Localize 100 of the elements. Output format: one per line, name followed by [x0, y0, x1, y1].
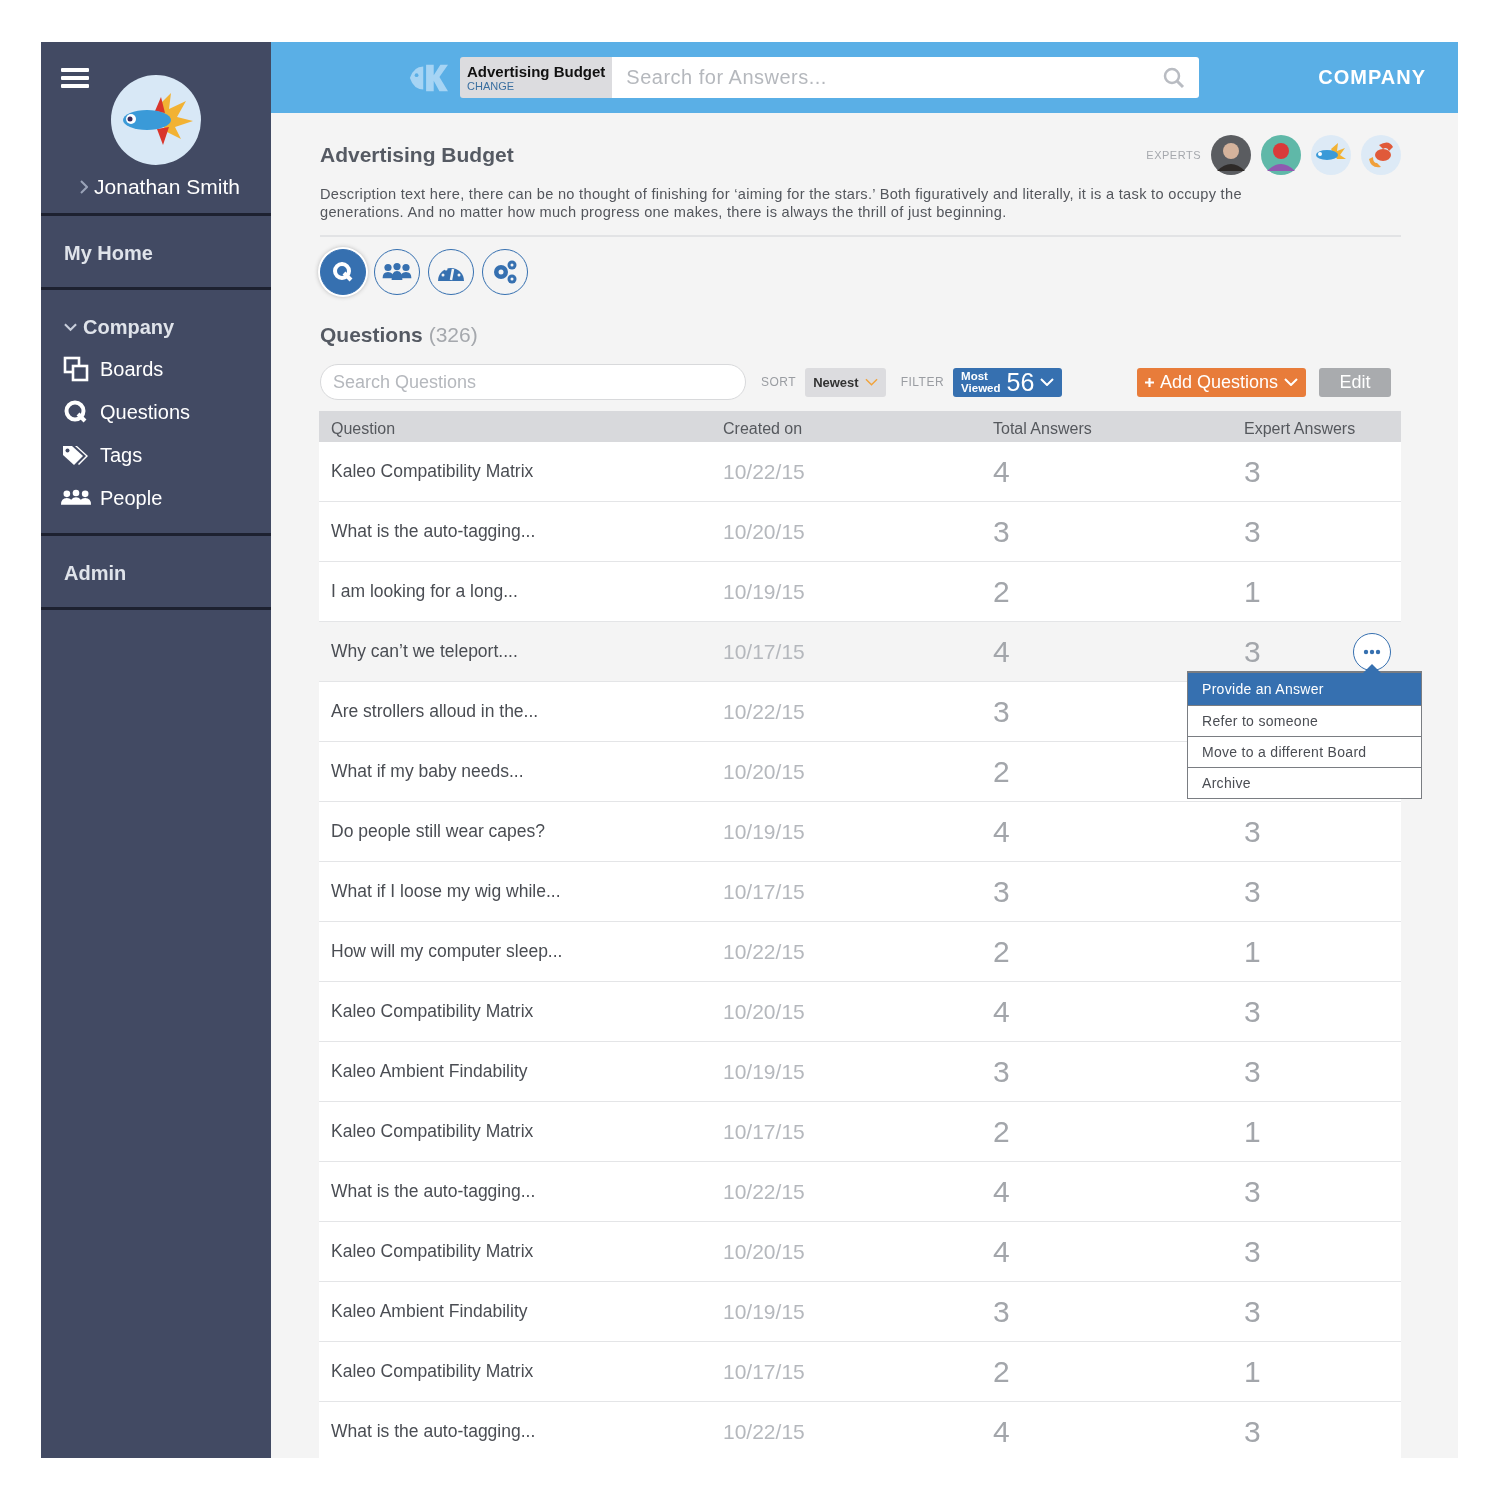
total-answers-cell: 2: [993, 934, 1010, 969]
table-row[interactable]: Kaleo Compatibility Matrix 10/17/15 2 1: [319, 1342, 1401, 1402]
date-cell: 10/17/15: [723, 879, 805, 904]
table-row[interactable]: What if I loose my wig while... 10/17/15 3 3: [319, 862, 1401, 922]
total-answers-cell: 2: [993, 574, 1010, 609]
expert-answers-cell: 3: [1244, 1054, 1261, 1089]
experts-label: EXPERTS: [1146, 149, 1201, 161]
search-icon: [331, 260, 355, 284]
board-switcher[interactable]: Advertising Budget CHANGE: [460, 57, 613, 98]
date-cell: 10/19/15: [723, 819, 805, 844]
plus-icon: [1144, 377, 1154, 387]
total-answers-cell: 3: [993, 1054, 1010, 1089]
question-cell: Are strollers alloud in the...: [331, 701, 539, 722]
menu-item[interactable]: Archive: [1188, 767, 1421, 798]
expert-answers-cell: 3: [1244, 1294, 1261, 1329]
more-button[interactable]: [1353, 633, 1391, 671]
board-description: Description text here, there can be no thought of finishing for ‘aiming for the stars.’ Both figuratively and literally, it is a task to occupy the generations. And no matter how much progress one makes, there is always the thrill of just beginning.: [320, 185, 1401, 237]
date-cell: 10/22/15: [723, 699, 805, 724]
sidebar-section[interactable]: My Home: [41, 242, 271, 265]
tags-icon: [61, 443, 91, 467]
total-answers-cell: 4: [993, 994, 1010, 1029]
menu-item[interactable]: Refer to someone: [1188, 705, 1421, 736]
expert-answers-cell: 3: [1244, 874, 1261, 909]
question-cell: I am looking for a long...: [331, 581, 518, 602]
settings-tab[interactable]: [482, 249, 528, 295]
question-cell: Kaleo Compatibility Matrix: [331, 1001, 534, 1022]
total-answers-cell: 2: [993, 1114, 1010, 1149]
table-row[interactable]: Kaleo Compatibility Matrix 10/22/15 4 3: [319, 442, 1401, 502]
people-icon: [61, 488, 91, 508]
more-icon: [1363, 649, 1381, 655]
column-header[interactable]: Created on: [723, 420, 993, 438]
question-cell: What is the auto-tagging...: [331, 1421, 536, 1442]
total-answers-cell: 2: [993, 754, 1010, 789]
sidebar-item[interactable]: Questions: [41, 399, 271, 425]
caret-icon: [1040, 378, 1055, 386]
person-avatar[interactable]: [1211, 135, 1251, 175]
expert-answers-cell: 3: [1244, 814, 1261, 849]
sidebar-item[interactable]: Boards: [41, 356, 271, 382]
expert-answers-cell: 1: [1244, 574, 1261, 609]
table-row[interactable]: What is the auto-tagging... 10/20/15 3 3: [319, 502, 1401, 562]
column-header[interactable]: Total Answers: [993, 420, 1244, 438]
date-cell: 10/22/15: [723, 1179, 805, 1204]
chevron-right-icon: [80, 180, 89, 194]
total-answers-cell: 3: [993, 874, 1010, 909]
expert-answers-cell: 3: [1244, 1414, 1261, 1449]
sidebar-section[interactable]: Company: [41, 316, 271, 339]
table-row[interactable]: Kaleo Ambient Findability 10/19/15 3 3: [319, 1042, 1401, 1102]
total-answers-cell: 3: [993, 1294, 1010, 1329]
menu-icon[interactable]: [61, 68, 89, 88]
sidebar-item[interactable]: Tags: [41, 442, 271, 468]
sidebar-item[interactable]: People: [41, 485, 271, 511]
table-row[interactable]: What is the auto-tagging... 10/22/15 4 3: [319, 1162, 1401, 1222]
change-link[interactable]: CHANGE: [467, 80, 606, 92]
table-row[interactable]: Do people still wear capes? 10/19/15 4 3: [319, 802, 1401, 862]
boards-icon: [61, 356, 91, 382]
question-cell: Why can’t we teleport....: [331, 641, 518, 662]
total-answers-cell: 4: [993, 814, 1010, 849]
date-cell: 10/20/15: [723, 759, 805, 784]
total-answers-cell: 3: [993, 514, 1010, 549]
question-cell: What is the auto-tagging...: [331, 521, 536, 542]
sort-dropdown[interactable]: Newest: [805, 367, 886, 397]
expert-answers-cell: 3: [1244, 634, 1261, 669]
table-row[interactable]: Kaleo Compatibility Matrix 10/17/15 2 1: [319, 1102, 1401, 1162]
menu-item[interactable]: Move to a different Board: [1188, 736, 1421, 767]
date-cell: 10/22/15: [723, 939, 805, 964]
table-row[interactable]: What is the auto-tagging... 10/22/15 4 3: [319, 1402, 1401, 1458]
date-cell: 10/20/15: [723, 519, 805, 544]
user-name-link[interactable]: Jonathan Smith: [80, 175, 240, 199]
column-header[interactable]: Expert Answers: [1244, 420, 1401, 438]
table-row[interactable]: I am looking for a long... 10/19/15 2 1: [319, 562, 1401, 622]
question-cell: Kaleo Compatibility Matrix: [331, 1121, 534, 1142]
question-cell: Kaleo Compatibility Matrix: [331, 1241, 534, 1262]
table-row[interactable]: Kaleo Compatibility Matrix 10/20/15 4 3: [319, 982, 1401, 1042]
questions-heading: Questions: [320, 323, 423, 346]
people-tab[interactable]: [374, 249, 420, 295]
question-cell: Kaleo Ambient Findability: [331, 1301, 528, 1322]
date-cell: 10/22/15: [723, 459, 805, 484]
gears-icon: [491, 258, 519, 286]
answer-search-field[interactable]: Search for Answers...: [612, 57, 1200, 98]
total-answers-cell: 4: [993, 1174, 1010, 1209]
expert-answers-cell: 1: [1244, 934, 1261, 969]
column-header[interactable]: Question: [331, 420, 723, 438]
people-icon: [382, 263, 412, 281]
caret-icon: [864, 378, 878, 386]
question-search-field[interactable]: Search Questions: [320, 364, 746, 400]
question-cell: Kaleo Compatibility Matrix: [331, 1361, 534, 1382]
caret-icon: [1284, 378, 1298, 386]
table-row[interactable]: How will my computer sleep... 10/22/15 2 1: [319, 922, 1401, 982]
dashboard-tab[interactable]: [428, 249, 474, 295]
date-cell: 10/17/15: [723, 1119, 805, 1144]
filter-label: FILTER: [900, 375, 945, 389]
questions-tab[interactable]: [320, 249, 366, 295]
table-row[interactable]: Kaleo Ambient Findability 10/19/15 3 3: [319, 1282, 1401, 1342]
question-cell: Do people still wear capes?: [331, 821, 545, 842]
fish-avatar[interactable]: [1311, 135, 1351, 175]
crab-avatar[interactable]: [1361, 135, 1401, 175]
date-cell: 10/19/15: [723, 1299, 805, 1324]
table-row[interactable]: Kaleo Compatibility Matrix 10/20/15 4 3: [319, 1222, 1401, 1282]
sidebar-section[interactable]: Admin: [41, 562, 271, 585]
menu-item[interactable]: Provide an Answer: [1188, 672, 1421, 705]
